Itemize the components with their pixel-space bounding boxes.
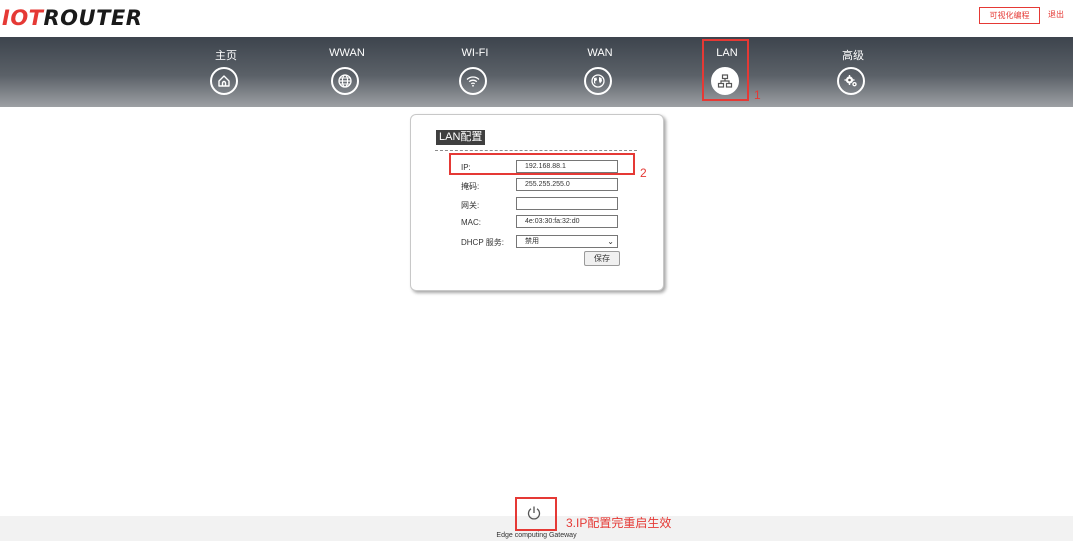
- nav-item-wifi[interactable]: WI-FI: [440, 37, 510, 107]
- annotation-box-lan: [702, 39, 749, 101]
- gateway-label: 网关:: [461, 201, 480, 210]
- visual-programming-button[interactable]: 可视化编程: [979, 7, 1040, 24]
- home-icon: [210, 67, 238, 95]
- dhcp-label: DHCP 服务:: [461, 238, 504, 247]
- annotation-step-3: 3.IP配置完重启生效: [566, 516, 672, 530]
- annotation-step-1: 1: [754, 88, 761, 102]
- lan-config-panel: LAN配置 IP: 192.168.88.1 掩码: 255.255.255.0…: [410, 114, 664, 291]
- chevron-down-icon: ⌄: [607, 237, 614, 246]
- mac-input[interactable]: 4e:03:30:fa:32:d0: [516, 215, 618, 228]
- mask-input[interactable]: 255.255.255.0: [516, 178, 618, 191]
- nav-item-wan[interactable]: WAN: [565, 37, 635, 107]
- logout-link[interactable]: 退出: [1048, 7, 1064, 22]
- annotation-box-ip: [449, 153, 635, 175]
- wifi-icon: [459, 67, 487, 95]
- earth-icon: [584, 67, 612, 95]
- mask-label: 掩码:: [461, 182, 480, 191]
- logo: IOTROUTER: [2, 6, 143, 30]
- divider: [435, 150, 637, 151]
- annotation-box-reboot: [515, 497, 557, 531]
- nav-item-wwan[interactable]: WWAN: [312, 37, 382, 107]
- globe-icon: [331, 67, 359, 95]
- nav-item-advanced[interactable]: 高级: [818, 37, 888, 107]
- dhcp-select[interactable]: 禁用 ⌄: [516, 235, 618, 248]
- save-button[interactable]: 保存: [584, 251, 620, 266]
- annotation-step-2: 2: [640, 166, 647, 180]
- mac-label: MAC:: [461, 218, 481, 227]
- gateway-input[interactable]: [516, 197, 618, 210]
- main-nav: 主页 WWAN WI-FI WAN LAN 高级: [0, 37, 1073, 107]
- gears-icon: [837, 67, 865, 95]
- panel-title: LAN配置: [436, 130, 486, 145]
- nav-item-home[interactable]: 主页: [191, 37, 261, 107]
- footer-text: Edge computing Gateway: [496, 532, 577, 539]
